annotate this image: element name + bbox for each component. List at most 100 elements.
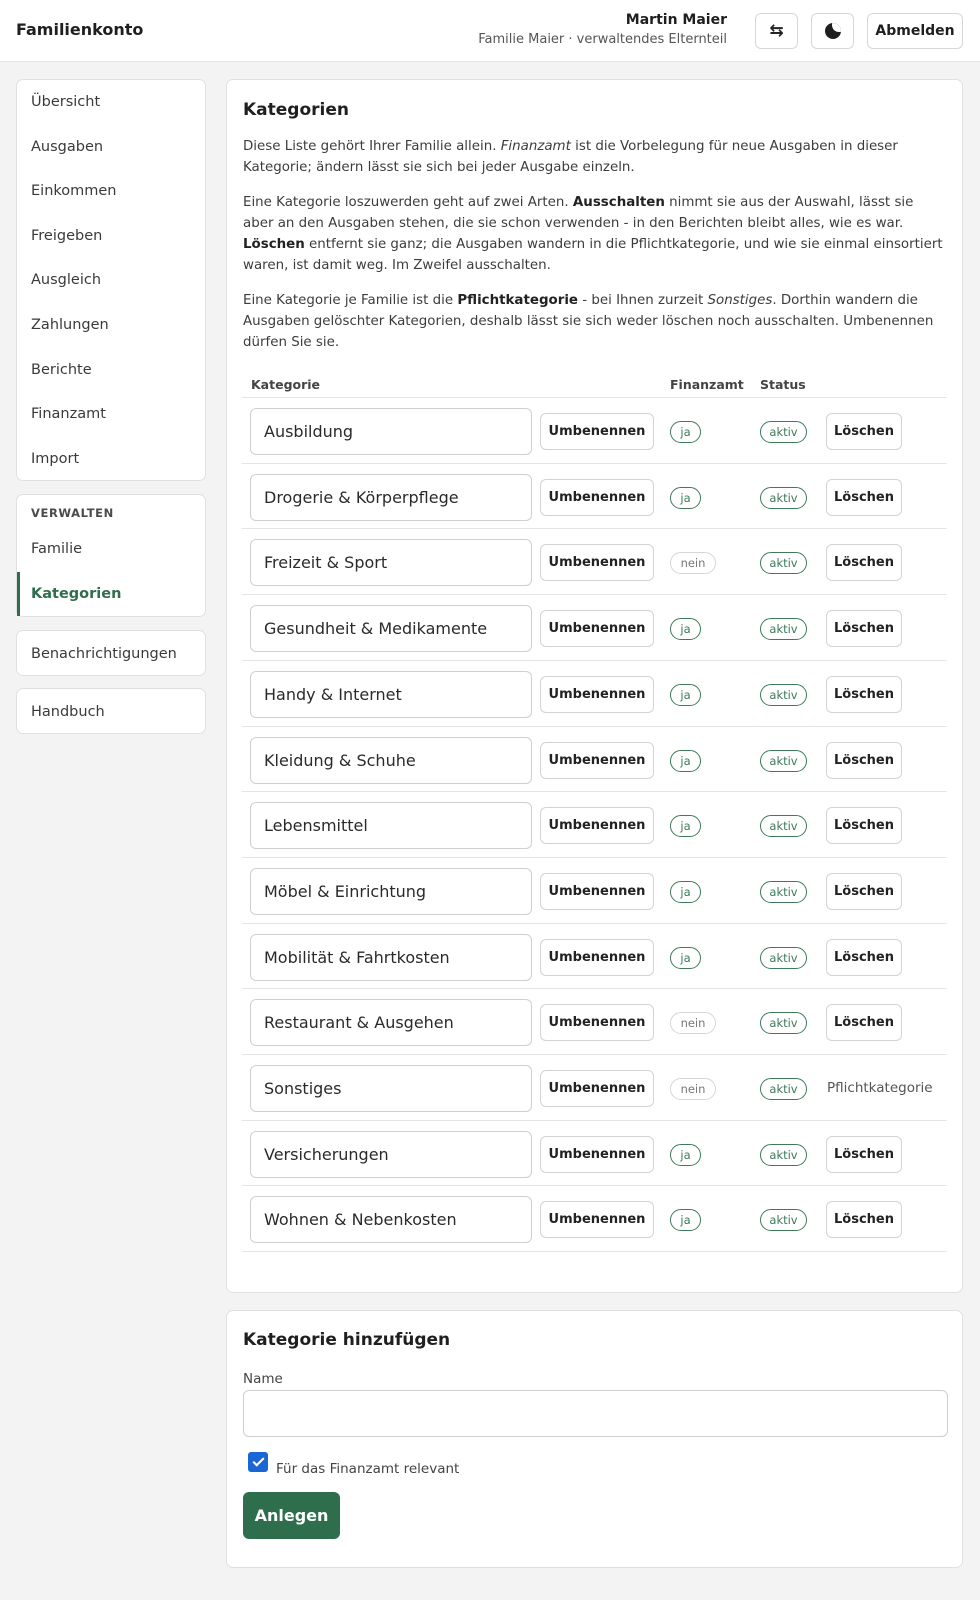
table-row: Möbel & Einrichtung Umbenennen ja aktiv Lösc… bbox=[242, 856, 947, 924]
category-name-input[interactable]: Kleidung & Schuhe bbox=[250, 736, 532, 784]
sidebar-item-2[interactable]: Einkommen bbox=[17, 169, 205, 214]
category-name-input[interactable]: Versicherungen bbox=[250, 1130, 532, 1178]
name-field-label: Name bbox=[243, 1371, 283, 1387]
user-info: Martin Maier Familie Maier · verwaltende… bbox=[478, 11, 727, 49]
status-badge[interactable]: aktiv bbox=[760, 618, 807, 641]
status-badge[interactable]: aktiv bbox=[760, 946, 807, 969]
rename-button[interactable]: Umbenennen bbox=[540, 478, 654, 516]
sidebar-item-8[interactable]: Import bbox=[17, 437, 205, 482]
dark-mode-toggle[interactable] bbox=[811, 13, 854, 49]
table-row: Drogerie & Körperpflege Umbenennen ja aktiv… bbox=[242, 462, 947, 530]
sidebar-admin: VERWALTEN Familie Kategorien bbox=[16, 494, 206, 617]
table-row: Lebensmittel Umbenennen ja aktiv Löschen bbox=[242, 791, 947, 858]
delete-button[interactable]: Löschen bbox=[826, 610, 902, 648]
swap-arrows-icon: ⇆ bbox=[769, 21, 784, 41]
table-row: Versicherungen Umbenennen ja aktiv Löschen bbox=[242, 1119, 947, 1187]
delete-button[interactable]: Löschen bbox=[826, 1135, 902, 1173]
delete-button[interactable]: Löschen bbox=[826, 1004, 902, 1042]
category-name-input[interactable]: Drogerie & Körperpflege bbox=[250, 473, 532, 521]
sidebar-item-0[interactable]: Übersicht bbox=[17, 80, 205, 125]
rename-button[interactable]: Umbenennen bbox=[540, 1201, 654, 1239]
status-badge[interactable]: aktiv bbox=[760, 815, 807, 838]
user-name: Martin Maier bbox=[625, 12, 727, 28]
rename-button[interactable]: Umbenennen bbox=[540, 1135, 654, 1173]
delete-button[interactable]: Löschen bbox=[826, 807, 902, 845]
delete-button[interactable]: Löschen bbox=[826, 478, 902, 516]
status-badge[interactable]: aktiv bbox=[760, 1143, 807, 1166]
tax-badge: nein bbox=[670, 552, 716, 575]
delete-button[interactable]: Löschen bbox=[826, 741, 902, 779]
delete-button[interactable]: Löschen bbox=[826, 1201, 902, 1239]
user-family-role: Familie Maier · verwaltendes Elternteil bbox=[478, 32, 727, 47]
logout-button[interactable]: Abmelden bbox=[867, 13, 963, 49]
create-category-button[interactable]: Anlegen bbox=[243, 1492, 340, 1539]
status-badge[interactable]: aktiv bbox=[760, 683, 807, 706]
tax-badge: ja bbox=[670, 421, 701, 443]
table-row: Ausbildung Umbenennen ja aktiv Löschen bbox=[242, 397, 947, 464]
sidebar-item-manual[interactable]: Handbuch bbox=[17, 689, 205, 735]
tax-badge: ja bbox=[670, 749, 701, 772]
status-badge[interactable]: aktiv bbox=[760, 1012, 807, 1035]
sidebar-manual-card: Handbuch bbox=[16, 688, 206, 734]
sidebar-admin-item-1[interactable]: Kategorien bbox=[17, 571, 205, 617]
switch-account-button[interactable]: ⇆ bbox=[755, 13, 798, 49]
status-badge[interactable]: aktiv bbox=[760, 1209, 807, 1232]
status-badge[interactable]: aktiv bbox=[760, 486, 807, 509]
status-badge[interactable]: aktiv bbox=[760, 1078, 807, 1100]
sidebar-item-4[interactable]: Ausgleich bbox=[17, 258, 205, 303]
column-header-category: Kategorie bbox=[251, 377, 321, 392]
tax-badge: ja bbox=[670, 486, 701, 509]
rename-button[interactable]: Umbenennen bbox=[540, 675, 654, 713]
category-name-input[interactable]: Gesundheit & Medikamente bbox=[250, 605, 532, 653]
tax-relevant-checkbox[interactable] bbox=[248, 1452, 268, 1472]
rename-button[interactable]: Umbenennen bbox=[540, 938, 654, 976]
sidebar-item-1[interactable]: Ausgaben bbox=[17, 125, 205, 170]
delete-button[interactable]: Löschen bbox=[826, 872, 902, 910]
status-badge[interactable]: aktiv bbox=[760, 552, 807, 575]
sidebar-item-3[interactable]: Freigeben bbox=[17, 214, 205, 259]
rename-button[interactable]: Umbenennen bbox=[540, 1004, 654, 1042]
checkmark-icon bbox=[251, 1454, 265, 1467]
category-name-input[interactable]: Mobilität & Fahrtkosten bbox=[250, 933, 532, 981]
status-badge[interactable]: aktiv bbox=[760, 421, 807, 443]
rename-button[interactable]: Umbenennen bbox=[540, 413, 654, 450]
rename-button[interactable]: Umbenennen bbox=[540, 807, 654, 845]
mandatory-category-paragraph: Eine Kategorie je Familie ist die Pflich… bbox=[243, 293, 934, 350]
sidebar-item-notifications[interactable]: Benachrichtigungen bbox=[17, 631, 205, 677]
table-row: Sonstiges Umbenennen nein aktiv Pflichtkateg… bbox=[242, 1054, 947, 1121]
new-category-name-input[interactable] bbox=[243, 1390, 948, 1437]
status-badge[interactable]: aktiv bbox=[760, 880, 807, 903]
table-row: Kleidung & Schuhe Umbenennen ja aktiv Lösche… bbox=[242, 725, 947, 793]
sidebar-item-5[interactable]: Zahlungen bbox=[17, 303, 205, 348]
top-bar: Familienkonto Martin Maier Familie Maier… bbox=[0, 0, 980, 62]
category-name-input[interactable]: Sonstiges bbox=[250, 1065, 532, 1112]
rename-button[interactable]: Umbenennen bbox=[540, 1070, 654, 1107]
app-brand: Familienkonto bbox=[16, 20, 144, 39]
table-row: Gesundheit & Medikamente Umbenennen ja akti… bbox=[242, 594, 947, 661]
remove-options-paragraph: Eine Kategorie loszuwerden geht auf zwei… bbox=[243, 195, 943, 273]
column-header-tax: Finanzamt bbox=[670, 377, 744, 392]
table-row: Wohnen & Nebenkosten Umbenennen ja aktiv Lös… bbox=[242, 1185, 947, 1253]
category-name-input[interactable]: Ausbildung bbox=[250, 408, 532, 455]
rename-button[interactable]: Umbenennen bbox=[540, 872, 654, 910]
category-name-input[interactable]: Wohnen & Nebenkosten bbox=[250, 1196, 532, 1244]
sidebar-item-6[interactable]: Berichte bbox=[17, 348, 205, 393]
category-name-input[interactable]: Lebensmittel bbox=[250, 802, 532, 850]
table-row: Restaurant & Ausgehen Umbenennen nein aktiv… bbox=[242, 988, 947, 1055]
status-badge[interactable]: aktiv bbox=[760, 749, 807, 772]
delete-button[interactable]: Löschen bbox=[826, 675, 902, 713]
category-name-input[interactable]: Handy & Internet bbox=[250, 670, 532, 718]
category-name-input[interactable]: Möbel & Einrichtung bbox=[250, 867, 532, 915]
sidebar-item-7[interactable]: Finanzamt bbox=[17, 392, 205, 437]
delete-button[interactable]: Löschen bbox=[826, 544, 902, 582]
category-name-input[interactable]: Restaurant & Ausgehen bbox=[250, 999, 532, 1047]
rename-button[interactable]: Umbenennen bbox=[540, 741, 654, 779]
sidebar-admin-item-0[interactable]: Familie bbox=[17, 527, 205, 572]
category-name-input[interactable]: Freizeit & Sport bbox=[250, 539, 532, 587]
rename-button[interactable]: Umbenennen bbox=[540, 544, 654, 582]
sidebar-nav: Übersicht Ausgaben Einkommen Freigeben Ausgl… bbox=[16, 79, 206, 481]
delete-button[interactable]: Löschen bbox=[826, 413, 902, 450]
delete-button[interactable]: Löschen bbox=[826, 938, 902, 976]
tax-badge: nein bbox=[670, 1012, 716, 1035]
rename-button[interactable]: Umbenennen bbox=[540, 610, 654, 648]
